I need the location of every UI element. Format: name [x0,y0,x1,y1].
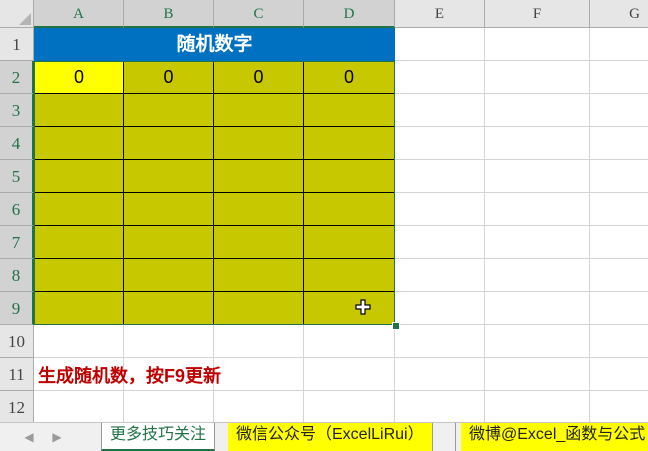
row-header-3[interactable]: 3 [0,94,34,127]
cell-d6[interactable] [304,193,395,226]
cell-a4[interactable] [34,127,124,160]
cell-d8[interactable] [304,259,395,292]
sheet-tab-weibo[interactable]: 微博@Excel_函数与公式 [461,423,648,451]
cell-d7[interactable] [304,226,395,259]
cell-c4[interactable] [214,127,304,160]
cell-b5[interactable] [124,160,214,193]
cell-d2[interactable]: 0 [304,61,395,94]
cell-c7[interactable] [214,226,304,259]
tab-separator [455,423,456,451]
instruction-text-a11[interactable]: 生成随机数，按F9更新 [38,362,221,388]
cell-a3[interactable] [34,94,124,127]
row-header-7[interactable]: 7 [0,226,34,259]
spreadsheet-sheet[interactable]: ABCDEFG 1 2 3 4 5 6 7 8 9 10 11 12 随机数字 0000 生成随机数，… [0,0,648,451]
cell-b2[interactable]: 0 [124,61,214,94]
cell-cursor-icon [355,299,371,315]
sheet-tab-more-tips[interactable]: 更多技巧关注 [101,423,216,451]
column-header-e[interactable]: E [395,0,485,28]
row-header-8[interactable]: 8 [0,259,34,292]
tab-scroll-right-icon[interactable]: ▶ [50,429,64,445]
column-header-b[interactable]: B [124,0,214,28]
gridline-horizontal [34,357,648,358]
title-cell-a1-d1[interactable]: 随机数字 [34,28,395,61]
fill-handle[interactable] [392,322,400,330]
row-header-1[interactable]: 1 [0,28,34,61]
column-header-f[interactable]: F [485,0,590,28]
cell-b8[interactable] [124,259,214,292]
cell-c3[interactable] [214,94,304,127]
column-header-d[interactable]: D [304,0,395,28]
row-header-5[interactable]: 5 [0,160,34,193]
row-header-10[interactable]: 10 [0,325,34,358]
row-header-4[interactable]: 4 [0,127,34,160]
sheet-tab-bar: ◀ ▶ 更多技巧关注 微信公众号（ExcelLiRui） 微博@Excel_函数… [0,422,648,451]
cell-a7[interactable] [34,226,124,259]
cell-c6[interactable] [214,193,304,226]
cell-b7[interactable] [124,226,214,259]
cell-d3[interactable] [304,94,395,127]
sheet-tab-wechat[interactable]: 微信公众号（ExcelLiRui） [228,423,433,451]
column-header-g[interactable]: G [590,0,648,28]
cell-c8[interactable] [214,259,304,292]
cell-a9[interactable] [34,292,124,325]
gridline-horizontal [34,390,648,391]
cell-b9[interactable] [124,292,214,325]
row-header-9[interactable]: 9 [0,292,34,325]
cell-a8[interactable] [34,259,124,292]
cell-c5[interactable] [214,160,304,193]
cell-a5[interactable] [34,160,124,193]
cell-a2[interactable]: 0 [34,61,124,94]
row-header-12[interactable]: 12 [0,391,34,424]
cell-d4[interactable] [304,127,395,160]
select-all-triangle-icon [19,13,31,25]
row-header-2[interactable]: 2 [0,61,34,94]
cell-a6[interactable] [34,193,124,226]
cell-d5[interactable] [304,160,395,193]
row-header-11[interactable]: 11 [0,358,34,391]
cell-b6[interactable] [124,193,214,226]
cell-c9[interactable] [214,292,304,325]
select-all-button[interactable] [0,0,34,28]
column-header-a[interactable]: A [34,0,124,28]
column-header-c[interactable]: C [214,0,304,28]
cell-d9[interactable] [304,292,395,325]
cell-b3[interactable] [124,94,214,127]
cell-c2[interactable]: 0 [214,61,304,94]
tab-scroll-left-icon[interactable]: ◀ [22,429,36,445]
cell-b4[interactable] [124,127,214,160]
row-header-6[interactable]: 6 [0,193,34,226]
